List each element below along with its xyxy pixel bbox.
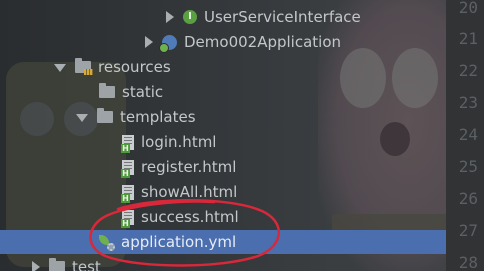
folder-icon bbox=[97, 108, 113, 123]
tree-item-label: Demo002Application bbox=[184, 33, 342, 51]
tree-item-label: application.yml bbox=[121, 233, 237, 251]
html-file-icon bbox=[121, 184, 134, 203]
tree-item-label: login.html bbox=[141, 133, 217, 151]
resources-folder-icon bbox=[75, 58, 93, 75]
tree-item-login-html[interactable]: login.html bbox=[0, 130, 484, 154]
tree-item-label: UserServiceInterface bbox=[204, 8, 361, 26]
html-file-icon bbox=[121, 134, 134, 153]
line-number: 24 bbox=[458, 125, 478, 144]
folder-icon bbox=[99, 83, 115, 98]
chevron-right-icon[interactable] bbox=[166, 11, 174, 23]
tree-item-static[interactable]: static bbox=[0, 80, 484, 104]
line-number: 22 bbox=[458, 61, 478, 80]
interface-icon: I bbox=[183, 10, 197, 24]
tree-item-user-service-interface[interactable]: I UserServiceInterface bbox=[0, 5, 484, 29]
chevron-down-icon[interactable] bbox=[76, 114, 88, 122]
line-number: 21 bbox=[458, 29, 478, 48]
tree-item-register-html[interactable]: register.html bbox=[0, 155, 484, 179]
spring-boot-class-icon bbox=[159, 34, 177, 53]
tree-item-label: resources bbox=[98, 58, 171, 76]
tree-item-success-html[interactable]: success.html bbox=[0, 205, 484, 229]
chevron-right-icon[interactable] bbox=[32, 261, 40, 271]
ide-window: I UserServiceInterface Demo002Applicatio… bbox=[0, 0, 484, 271]
chevron-right-icon[interactable] bbox=[145, 36, 153, 48]
spring-config-yml-icon bbox=[99, 234, 115, 251]
line-number: 23 bbox=[458, 93, 478, 112]
html-file-icon bbox=[121, 159, 134, 178]
tree-item-test[interactable]: test bbox=[0, 255, 478, 271]
tree-item-showall-html[interactable]: showAll.html bbox=[0, 180, 484, 204]
tree-item-label: showAll.html bbox=[141, 183, 238, 201]
tree-item-templates[interactable]: templates bbox=[0, 105, 484, 129]
chevron-down-icon[interactable] bbox=[54, 64, 66, 72]
tree-item-resources[interactable]: resources bbox=[0, 55, 484, 79]
tree-item-label: success.html bbox=[141, 208, 239, 226]
folder-icon bbox=[49, 258, 65, 271]
line-number: 20 bbox=[458, 0, 478, 17]
tree-item-label: test bbox=[72, 258, 101, 271]
line-number: 28 bbox=[458, 253, 478, 271]
tree-item-demo002-application[interactable]: Demo002Application bbox=[0, 30, 484, 54]
html-file-icon bbox=[121, 209, 134, 228]
tree-item-label: static bbox=[122, 83, 164, 101]
tree-item-application-yml[interactable]: application.yml bbox=[0, 230, 484, 254]
line-number: 25 bbox=[458, 157, 478, 176]
tree-item-label: templates bbox=[120, 108, 196, 126]
editor-gutter: 20 21 22 23 24 25 26 27 28 bbox=[446, 0, 484, 271]
line-number: 26 bbox=[458, 189, 478, 208]
tree-item-label: register.html bbox=[141, 158, 237, 176]
line-number: 27 bbox=[458, 221, 478, 240]
